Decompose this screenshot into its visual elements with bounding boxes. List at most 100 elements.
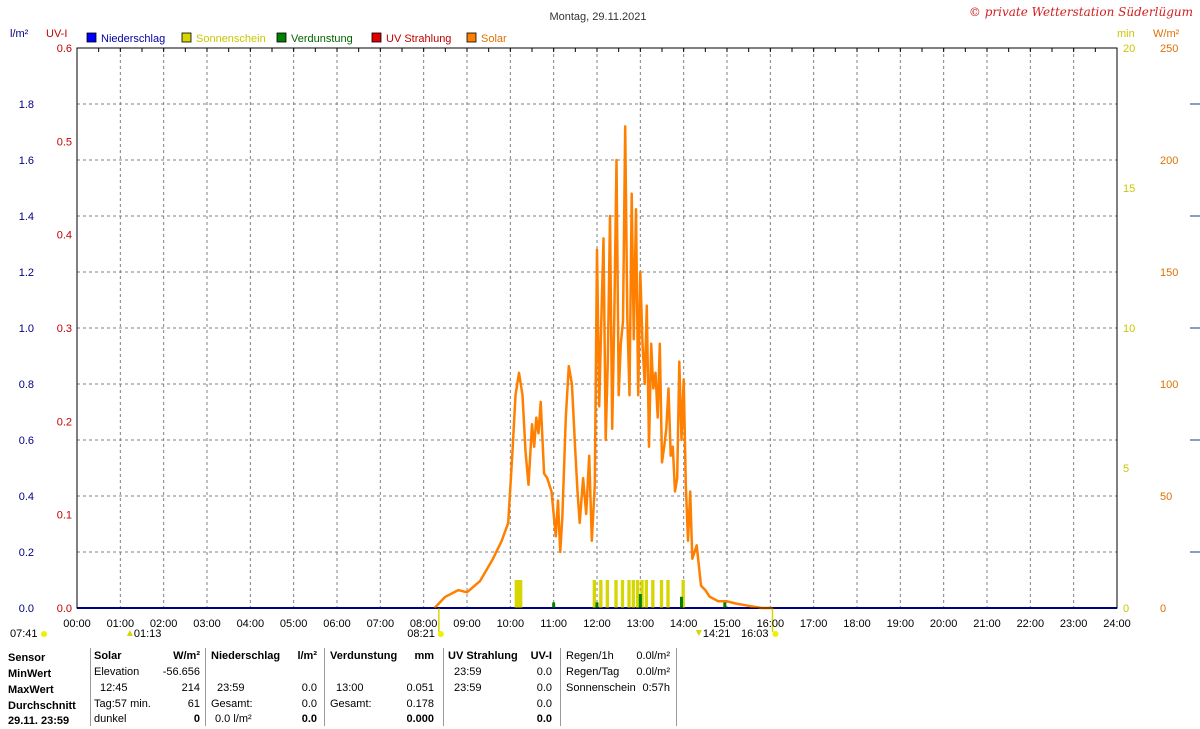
sunset-label: 16:03 <box>741 628 769 640</box>
y-tick-solar: 0 <box>1160 603 1166 615</box>
legend-swatch <box>276 32 287 43</box>
sunshine-bar <box>644 580 648 608</box>
stats-uv-title: UV Strahlung <box>448 650 518 662</box>
max-marker <box>695 630 702 636</box>
x-tick-label: 22:00 <box>1017 618 1045 630</box>
stats-evap-title: Verdunstung <box>330 650 398 662</box>
x-tick-label: 06:00 <box>323 618 351 630</box>
y-tick-rain: 0.4 <box>19 491 34 503</box>
stats-extra-label: Sonnenschein <box>566 682 636 694</box>
y-tick-uv: 0.0 <box>57 603 72 615</box>
y-tick-sunshine: 0 <box>1123 603 1129 615</box>
stats-rain-label: Gesamt: <box>211 698 253 710</box>
stats-solar-label: dunkel <box>94 713 127 725</box>
min-marker <box>126 630 133 636</box>
x-tick-label: 21:00 <box>973 618 1001 630</box>
y-tick-rain: 1.2 <box>19 267 34 279</box>
sunrise-label: 08:21 <box>407 628 435 640</box>
stats-evap-label: Gesamt: <box>330 698 372 710</box>
start-dot <box>41 631 47 637</box>
stats-sensor-title: Sensor <box>8 652 46 664</box>
x-tick-label: 12:00 <box>583 618 611 630</box>
y-tick-uv: 0.5 <box>57 136 72 148</box>
stats-rain-value: 0.0 <box>301 713 317 725</box>
x-tick-label: 01:00 <box>107 618 135 630</box>
stats-rain-value: 0.0 <box>301 698 317 710</box>
y-tick-uv: 0.2 <box>57 416 72 428</box>
stats-row-label: 29.11. 23:59 <box>8 715 70 727</box>
y-tick-rain: 1.6 <box>19 155 34 167</box>
sunrise-dot <box>437 631 444 637</box>
legend-swatch <box>86 32 97 43</box>
stats-solar-label: 12:45 <box>100 682 128 694</box>
y-tick-solar: 100 <box>1160 379 1178 391</box>
x-tick-label: 05:00 <box>280 618 308 630</box>
sunshine-bar <box>514 580 523 608</box>
y-tick-sunshine: 10 <box>1123 323 1135 335</box>
stats-extra-label: Regen/1h <box>566 650 614 662</box>
stats-row-label: MinWert <box>8 668 52 680</box>
solar-line <box>433 125 773 610</box>
stats-evap-value: 0.000 <box>406 713 434 725</box>
y-tick-rain: 1.8 <box>19 99 34 111</box>
x-tick-label: 23:00 <box>1060 618 1088 630</box>
x-tick-label: 19:00 <box>887 618 915 630</box>
x-tick-label: 03:00 <box>193 618 221 630</box>
y-tick-rain: 0.8 <box>19 379 34 391</box>
y-tick-rain: 1.0 <box>19 323 34 335</box>
legend-label: Solar <box>481 33 507 45</box>
stats-solar-unit: W/m² <box>173 650 200 662</box>
stats-uv-label: 23:59 <box>454 682 482 694</box>
stats-extra-value: 0:57h <box>642 682 670 694</box>
y-tick-uv: 0.1 <box>57 510 72 522</box>
y-tick-rain: 0.2 <box>19 547 34 559</box>
x-tick-label: 07:00 <box>367 618 395 630</box>
y-axis-unit-uv: UV-I <box>46 28 67 40</box>
legend-swatch <box>466 32 477 43</box>
y-tick-uv: 0.3 <box>57 323 72 335</box>
stats-solar-column: Solar W/m² Elevation -56.656 12:45 214 T… <box>94 648 202 726</box>
stats-sensor-column: Sensor MinWert MaxWert Durchschnitt 29.1… <box>8 648 90 727</box>
stats-extra-column: Regen/1h 0.0l/m² Regen/Tag 0.0l/m² Sonne… <box>566 648 674 726</box>
stats-solar-value: 61 <box>187 698 200 710</box>
y-tick-sunshine: 5 <box>1123 463 1129 475</box>
weather-chart: 0.0 0.2 0.4 0.6 0.8 1.0 1.2 1.4 1.6 1.8 0.0 0.1 0.2 0… <box>10 5 1200 640</box>
y-tick-solar: 150 <box>1160 267 1178 279</box>
y-axis-unit-solar: W/m² <box>1153 28 1180 40</box>
evaporation-bar <box>552 602 556 608</box>
sunshine-bar <box>631 580 635 608</box>
x-tick-label: 20:00 <box>930 618 958 630</box>
stats-evap-value: 0.051 <box>406 682 434 694</box>
x-tick-label: 09:00 <box>453 618 481 630</box>
stats-solar-title: Solar <box>94 650 122 662</box>
stats-uv-unit: UV-I <box>530 650 552 662</box>
stats-uv-value: 0.0 <box>536 713 552 725</box>
stats-uv-label: 23:59 <box>454 666 482 678</box>
stats-panel: Sensor MinWert MaxWert Durchschnitt 29.1… <box>0 648 1200 727</box>
y-tick-uv: 0.4 <box>57 230 72 242</box>
stats-rain-label: 23:59 <box>217 682 245 694</box>
stats-solar-label: Tag:57 min. <box>94 698 151 710</box>
max-time-label: 14:21 <box>703 628 731 640</box>
stats-extra-value: 0.0l/m² <box>636 666 670 678</box>
y-tick-sunshine: 20 <box>1123 43 1135 55</box>
x-tick-label: 11:00 <box>540 618 567 630</box>
y-tick-rain: 1.4 <box>19 211 34 223</box>
sunshine-bar <box>666 580 670 608</box>
y-tick-solar: 50 <box>1160 491 1172 503</box>
sunshine-bar <box>599 580 603 608</box>
x-tick-label: 14:00 <box>670 618 698 630</box>
stats-extra-label: Regen/Tag <box>566 666 620 678</box>
stats-uv-value: 0.0 <box>536 698 552 710</box>
sunset-dot <box>772 631 779 637</box>
y-tick-solar: 250 <box>1160 43 1178 55</box>
stats-rain-label: 0.0 l/m² <box>215 713 252 725</box>
x-tick-label: 00:00 <box>63 618 91 630</box>
start-time-label: 07:41 <box>10 628 38 640</box>
stats-solar-value: 214 <box>181 682 200 694</box>
sunshine-bar <box>651 580 655 608</box>
evaporation-bar <box>595 602 599 608</box>
y-tick-rain: 0.6 <box>19 435 34 447</box>
sunshine-bar <box>627 580 631 608</box>
y-tick-sunshine: 15 <box>1123 183 1135 195</box>
